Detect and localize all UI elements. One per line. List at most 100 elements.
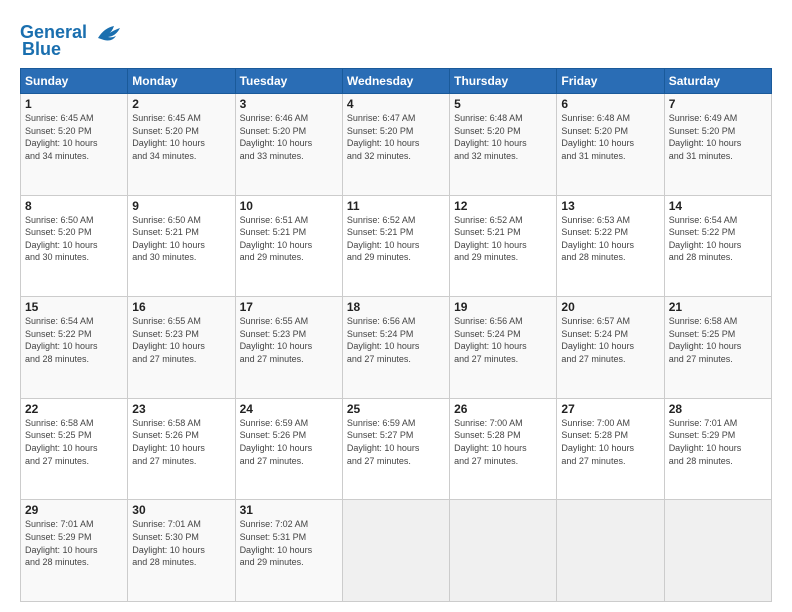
day-info: Sunrise: 7:00 AM Sunset: 5:28 PM Dayligh… — [454, 417, 552, 467]
calendar-cell — [450, 500, 557, 602]
header: General Blue — [20, 18, 772, 60]
day-number: 17 — [240, 300, 338, 314]
calendar-cell: 1Sunrise: 6:45 AM Sunset: 5:20 PM Daylig… — [21, 94, 128, 196]
calendar-cell: 8Sunrise: 6:50 AM Sunset: 5:20 PM Daylig… — [21, 195, 128, 297]
day-info: Sunrise: 7:02 AM Sunset: 5:31 PM Dayligh… — [240, 518, 338, 568]
day-info: Sunrise: 6:50 AM Sunset: 5:20 PM Dayligh… — [25, 214, 123, 264]
calendar-week-3: 15Sunrise: 6:54 AM Sunset: 5:22 PM Dayli… — [21, 297, 772, 399]
col-sunday: Sunday — [21, 69, 128, 94]
day-info: Sunrise: 6:56 AM Sunset: 5:24 PM Dayligh… — [347, 315, 445, 365]
calendar-cell: 3Sunrise: 6:46 AM Sunset: 5:20 PM Daylig… — [235, 94, 342, 196]
day-info: Sunrise: 6:55 AM Sunset: 5:23 PM Dayligh… — [132, 315, 230, 365]
day-number: 23 — [132, 402, 230, 416]
day-info: Sunrise: 6:49 AM Sunset: 5:20 PM Dayligh… — [669, 112, 767, 162]
day-number: 14 — [669, 199, 767, 213]
calendar-cell: 15Sunrise: 6:54 AM Sunset: 5:22 PM Dayli… — [21, 297, 128, 399]
calendar-cell: 23Sunrise: 6:58 AM Sunset: 5:26 PM Dayli… — [128, 398, 235, 500]
calendar-cell: 9Sunrise: 6:50 AM Sunset: 5:21 PM Daylig… — [128, 195, 235, 297]
calendar-cell: 22Sunrise: 6:58 AM Sunset: 5:25 PM Dayli… — [21, 398, 128, 500]
calendar-cell: 30Sunrise: 7:01 AM Sunset: 5:30 PM Dayli… — [128, 500, 235, 602]
calendar-cell: 5Sunrise: 6:48 AM Sunset: 5:20 PM Daylig… — [450, 94, 557, 196]
day-number: 25 — [347, 402, 445, 416]
day-number: 11 — [347, 199, 445, 213]
calendar-week-2: 8Sunrise: 6:50 AM Sunset: 5:20 PM Daylig… — [21, 195, 772, 297]
calendar-week-1: 1Sunrise: 6:45 AM Sunset: 5:20 PM Daylig… — [21, 94, 772, 196]
day-number: 12 — [454, 199, 552, 213]
day-number: 26 — [454, 402, 552, 416]
day-info: Sunrise: 6:45 AM Sunset: 5:20 PM Dayligh… — [25, 112, 123, 162]
calendar-cell: 24Sunrise: 6:59 AM Sunset: 5:26 PM Dayli… — [235, 398, 342, 500]
day-info: Sunrise: 7:01 AM Sunset: 5:30 PM Dayligh… — [132, 518, 230, 568]
day-number: 7 — [669, 97, 767, 111]
day-number: 16 — [132, 300, 230, 314]
day-info: Sunrise: 6:58 AM Sunset: 5:26 PM Dayligh… — [132, 417, 230, 467]
day-number: 18 — [347, 300, 445, 314]
day-number: 8 — [25, 199, 123, 213]
calendar-cell: 7Sunrise: 6:49 AM Sunset: 5:20 PM Daylig… — [664, 94, 771, 196]
calendar-cell: 2Sunrise: 6:45 AM Sunset: 5:20 PM Daylig… — [128, 94, 235, 196]
day-number: 5 — [454, 97, 552, 111]
calendar-cell: 28Sunrise: 7:01 AM Sunset: 5:29 PM Dayli… — [664, 398, 771, 500]
day-number: 2 — [132, 97, 230, 111]
calendar-cell: 12Sunrise: 6:52 AM Sunset: 5:21 PM Dayli… — [450, 195, 557, 297]
calendar-cell: 17Sunrise: 6:55 AM Sunset: 5:23 PM Dayli… — [235, 297, 342, 399]
day-number: 31 — [240, 503, 338, 517]
day-number: 3 — [240, 97, 338, 111]
day-number: 15 — [25, 300, 123, 314]
day-number: 10 — [240, 199, 338, 213]
calendar-cell: 4Sunrise: 6:47 AM Sunset: 5:20 PM Daylig… — [342, 94, 449, 196]
day-info: Sunrise: 6:46 AM Sunset: 5:20 PM Dayligh… — [240, 112, 338, 162]
calendar-cell — [664, 500, 771, 602]
day-number: 1 — [25, 97, 123, 111]
day-info: Sunrise: 6:59 AM Sunset: 5:27 PM Dayligh… — [347, 417, 445, 467]
day-info: Sunrise: 6:45 AM Sunset: 5:20 PM Dayligh… — [132, 112, 230, 162]
day-info: Sunrise: 6:57 AM Sunset: 5:24 PM Dayligh… — [561, 315, 659, 365]
col-saturday: Saturday — [664, 69, 771, 94]
calendar-cell: 21Sunrise: 6:58 AM Sunset: 5:25 PM Dayli… — [664, 297, 771, 399]
col-thursday: Thursday — [450, 69, 557, 94]
day-number: 22 — [25, 402, 123, 416]
calendar-cell: 27Sunrise: 7:00 AM Sunset: 5:28 PM Dayli… — [557, 398, 664, 500]
day-number: 27 — [561, 402, 659, 416]
day-number: 29 — [25, 503, 123, 517]
page: General Blue Sunday Monday Tuesday Wedne… — [0, 0, 792, 612]
col-friday: Friday — [557, 69, 664, 94]
calendar-cell: 20Sunrise: 6:57 AM Sunset: 5:24 PM Dayli… — [557, 297, 664, 399]
day-number: 19 — [454, 300, 552, 314]
calendar-cell: 18Sunrise: 6:56 AM Sunset: 5:24 PM Dayli… — [342, 297, 449, 399]
col-monday: Monday — [128, 69, 235, 94]
day-number: 28 — [669, 402, 767, 416]
calendar-week-4: 22Sunrise: 6:58 AM Sunset: 5:25 PM Dayli… — [21, 398, 772, 500]
day-number: 21 — [669, 300, 767, 314]
day-info: Sunrise: 6:54 AM Sunset: 5:22 PM Dayligh… — [25, 315, 123, 365]
day-info: Sunrise: 7:01 AM Sunset: 5:29 PM Dayligh… — [25, 518, 123, 568]
logo: General Blue — [20, 22, 122, 60]
logo-bird-icon — [94, 24, 122, 42]
day-info: Sunrise: 6:51 AM Sunset: 5:21 PM Dayligh… — [240, 214, 338, 264]
calendar-cell: 29Sunrise: 7:01 AM Sunset: 5:29 PM Dayli… — [21, 500, 128, 602]
day-info: Sunrise: 6:58 AM Sunset: 5:25 PM Dayligh… — [25, 417, 123, 467]
calendar-cell — [557, 500, 664, 602]
logo-blue-text: Blue — [22, 39, 61, 60]
day-number: 24 — [240, 402, 338, 416]
col-wednesday: Wednesday — [342, 69, 449, 94]
day-info: Sunrise: 6:50 AM Sunset: 5:21 PM Dayligh… — [132, 214, 230, 264]
day-number: 30 — [132, 503, 230, 517]
day-info: Sunrise: 7:00 AM Sunset: 5:28 PM Dayligh… — [561, 417, 659, 467]
calendar-cell: 16Sunrise: 6:55 AM Sunset: 5:23 PM Dayli… — [128, 297, 235, 399]
calendar-cell: 19Sunrise: 6:56 AM Sunset: 5:24 PM Dayli… — [450, 297, 557, 399]
calendar-week-5: 29Sunrise: 7:01 AM Sunset: 5:29 PM Dayli… — [21, 500, 772, 602]
calendar-cell: 10Sunrise: 6:51 AM Sunset: 5:21 PM Dayli… — [235, 195, 342, 297]
header-row: Sunday Monday Tuesday Wednesday Thursday… — [21, 69, 772, 94]
day-info: Sunrise: 6:58 AM Sunset: 5:25 PM Dayligh… — [669, 315, 767, 365]
day-info: Sunrise: 6:52 AM Sunset: 5:21 PM Dayligh… — [347, 214, 445, 264]
day-number: 6 — [561, 97, 659, 111]
calendar-cell: 14Sunrise: 6:54 AM Sunset: 5:22 PM Dayli… — [664, 195, 771, 297]
day-info: Sunrise: 6:53 AM Sunset: 5:22 PM Dayligh… — [561, 214, 659, 264]
calendar-cell: 6Sunrise: 6:48 AM Sunset: 5:20 PM Daylig… — [557, 94, 664, 196]
calendar-table: Sunday Monday Tuesday Wednesday Thursday… — [20, 68, 772, 602]
day-info: Sunrise: 6:48 AM Sunset: 5:20 PM Dayligh… — [561, 112, 659, 162]
calendar-cell: 25Sunrise: 6:59 AM Sunset: 5:27 PM Dayli… — [342, 398, 449, 500]
day-number: 13 — [561, 199, 659, 213]
day-info: Sunrise: 6:48 AM Sunset: 5:20 PM Dayligh… — [454, 112, 552, 162]
